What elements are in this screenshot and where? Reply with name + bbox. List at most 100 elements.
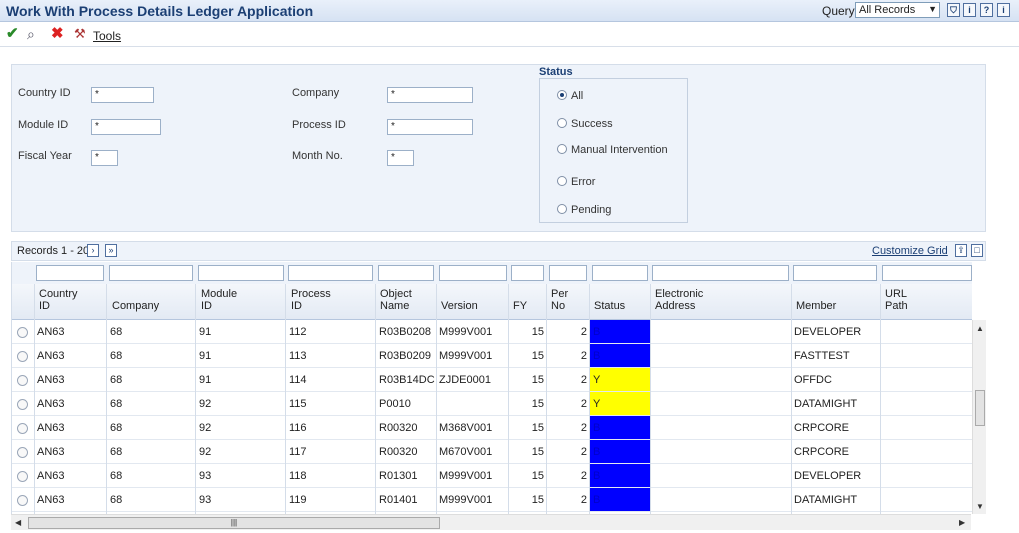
- cell-member: FASTTEST: [794, 350, 850, 362]
- qbe-status-input[interactable]: [592, 265, 648, 281]
- cell-fy: 15: [531, 326, 544, 338]
- title-bar: Work With Process Details Ledger Applica…: [0, 0, 1019, 22]
- radio-icon[interactable]: [557, 118, 567, 128]
- cell-country: AN63: [37, 350, 65, 362]
- horizontal-scroll-thumb[interactable]: |||: [28, 517, 440, 529]
- table-row[interactable]: AN63 68 91 112 R03B0208 M999V001 15 2 DEVELOPER B: [12, 320, 972, 344]
- cell-module: 91: [199, 326, 212, 338]
- info-icon[interactable]: i: [963, 3, 976, 17]
- scroll-right-icon[interactable]: ▶: [959, 518, 965, 527]
- process-id-input[interactable]: *: [387, 119, 473, 135]
- cell-company: 68: [110, 446, 123, 458]
- cell-fy: 15: [531, 374, 544, 386]
- radio-icon[interactable]: [557, 176, 567, 186]
- tools-menu[interactable]: Tools: [93, 29, 121, 43]
- col-header-company[interactable]: Company: [112, 288, 159, 312]
- table-row[interactable]: AN63 68 93 119 R01401 M999V001 15 2 DATAMIGHT B: [12, 488, 972, 512]
- status-option-error[interactable]: Error: [557, 176, 595, 188]
- col-header-per-no[interactable]: Per No: [551, 288, 568, 312]
- cell-company: 68: [110, 326, 123, 338]
- status-option-manual-intervention[interactable]: Manual Intervention: [557, 144, 668, 156]
- next-page-icon[interactable]: ›: [87, 244, 99, 257]
- radio-icon[interactable]: [557, 204, 567, 214]
- filter-icon[interactable]: ⛉: [947, 3, 960, 17]
- qbe-country-input[interactable]: [36, 265, 104, 281]
- grid-divider: [791, 284, 792, 514]
- checkmark-icon[interactable]: ✔: [6, 26, 19, 42]
- cell-module: 91: [199, 350, 212, 362]
- qbe-per-input[interactable]: [549, 265, 587, 281]
- personalize-icon[interactable]: i: [997, 3, 1010, 17]
- row-select-radio[interactable]: [17, 327, 28, 338]
- cell-per: 2: [580, 494, 587, 506]
- query-select[interactable]: All Records ▼: [855, 2, 940, 18]
- row-select-radio[interactable]: [17, 447, 28, 458]
- qbe-company-input[interactable]: [109, 265, 193, 281]
- col-header-fy[interactable]: FY: [513, 288, 527, 312]
- cell-object: R01301: [379, 470, 418, 482]
- grid-header: Country ID Company Module ID Process ID Obj…: [12, 284, 972, 320]
- table-row[interactable]: AN63 68 91 113 R03B0209 M999V001 15 2 FASTTEST B: [12, 344, 972, 368]
- row-select-radio[interactable]: [17, 423, 28, 434]
- country-id-input[interactable]: *: [91, 87, 154, 103]
- table-row[interactable]: AN63 68 92 116 R00320 M368V001 15 2 CRPCORE B: [12, 416, 972, 440]
- scroll-left-icon[interactable]: ◀: [15, 518, 21, 527]
- qbe-row: [12, 262, 972, 284]
- status-option-pending[interactable]: Pending: [557, 204, 611, 216]
- maximize-icon[interactable]: □: [971, 244, 983, 257]
- search-icon[interactable]: ⌕: [27, 26, 35, 42]
- last-page-icon[interactable]: »: [105, 244, 117, 257]
- col-header-url-path[interactable]: URL Path: [885, 288, 908, 312]
- tools-icon[interactable]: ⚒: [74, 26, 86, 42]
- qbe-process-input[interactable]: [288, 265, 373, 281]
- qbe-module-input[interactable]: [198, 265, 284, 281]
- cell-per: 2: [580, 350, 587, 362]
- fiscal-year-input[interactable]: *: [91, 150, 118, 166]
- row-select-radio[interactable]: [17, 471, 28, 482]
- table-row[interactable]: AN63 68 92 117 R00320 M670V001 15 2 CRPCORE B: [12, 440, 972, 464]
- col-header-status[interactable]: Status: [594, 288, 625, 312]
- radio-selected-icon[interactable]: [557, 90, 567, 100]
- status-option-all[interactable]: All: [557, 90, 583, 102]
- qbe-member-input[interactable]: [793, 265, 877, 281]
- qbe-address-input[interactable]: [652, 265, 789, 281]
- row-select-radio[interactable]: [17, 375, 28, 386]
- qbe-url-input[interactable]: [882, 265, 972, 281]
- help-icon[interactable]: ?: [980, 3, 993, 17]
- grid-divider: [195, 284, 196, 514]
- cell-company: 68: [110, 374, 123, 386]
- grid-divider: [508, 284, 509, 514]
- vertical-scroll-thumb[interactable]: [975, 390, 985, 426]
- close-icon[interactable]: ✖: [51, 26, 64, 42]
- qbe-object-input[interactable]: [378, 265, 434, 281]
- export-icon[interactable]: ⇪: [955, 244, 967, 257]
- table-row[interactable]: AN63 68 92 115 P0010 15 2 DATAMIGHT Y: [12, 392, 972, 416]
- status-option-success[interactable]: Success: [557, 118, 613, 130]
- row-select-radio[interactable]: [17, 351, 28, 362]
- col-header-object-name[interactable]: Object Name: [380, 288, 412, 312]
- scroll-down-icon[interactable]: ▼: [976, 502, 984, 511]
- customize-grid-link[interactable]: Customize Grid: [872, 245, 948, 257]
- table-row[interactable]: AN63 68 91 114 R03B14DC ZJDE0001 15 2 OFFDC Y: [12, 368, 972, 392]
- col-header-version[interactable]: Version: [441, 288, 478, 312]
- col-header-country-id[interactable]: Country ID: [39, 288, 78, 312]
- qbe-version-input[interactable]: [439, 265, 507, 281]
- cell-object: R01401: [379, 494, 418, 506]
- month-no-input[interactable]: *: [387, 150, 414, 166]
- toolbar: ✔ ⌕ ✖ ⚒ Tools: [0, 23, 1019, 47]
- module-id-input[interactable]: *: [91, 119, 161, 135]
- cell-fy: 15: [531, 350, 544, 362]
- radio-icon[interactable]: [557, 144, 567, 154]
- scroll-up-icon[interactable]: ▲: [976, 324, 984, 333]
- col-header-module-id[interactable]: Module ID: [201, 288, 237, 312]
- col-header-electronic-address[interactable]: Electronic Address: [655, 288, 703, 312]
- row-select-radio[interactable]: [17, 399, 28, 410]
- col-header-member[interactable]: Member: [796, 288, 836, 312]
- horizontal-scrollbar[interactable]: ◀ ||| ▶: [11, 514, 971, 530]
- table-row[interactable]: AN63 68 93 118 R01301 M999V001 15 2 DEVELOPER B: [12, 464, 972, 488]
- vertical-scrollbar[interactable]: ▲ ▼: [972, 320, 986, 514]
- company-input[interactable]: *: [387, 87, 473, 103]
- qbe-fy-input[interactable]: [511, 265, 544, 281]
- row-select-radio[interactable]: [17, 495, 28, 506]
- col-header-process-id[interactable]: Process ID: [291, 288, 331, 312]
